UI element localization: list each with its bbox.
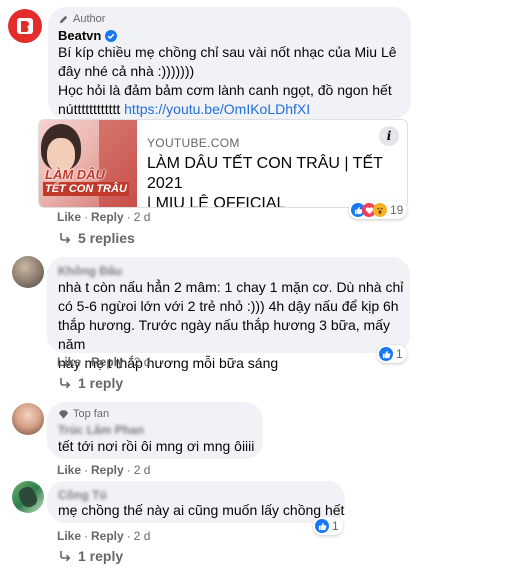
top-fan-badge: Top fan [58,408,109,420]
user-avatar[interactable] [12,481,44,513]
comment-text: Bí kíp chiều mẹ chồng chỉ sau vài nốt nh… [58,44,397,117]
preview-title[interactable]: LÀM DÂU TẾT CON TRÂU | TẾT 2021 | MIU LÊ… [147,154,397,207]
reply-button[interactable]: Reply [91,355,124,369]
video-thumbnail: LÀM DÂU TẾT CON TRÂU [39,120,137,207]
reply-arrow-icon [60,233,71,244]
diamond-icon [58,409,69,419]
user-avatar[interactable] [12,403,44,435]
beatvn-logo-icon [17,18,33,34]
reply-arrow-icon [60,551,71,562]
youtube-link[interactable]: https://youtu.be/OmIKoLDhfXI [124,101,310,117]
like-button[interactable]: Like [57,529,81,543]
wow-reaction-icon [373,203,387,217]
info-button[interactable]: i [379,126,399,146]
commenter-name[interactable]: Trúc Lâm Phan [58,423,144,437]
author-badge: Author [58,13,105,25]
comment-actions: Like · Reply · 2 d [57,529,151,543]
beatvn-avatar[interactable] [8,9,42,43]
preview-domain: YOUTUBE.COM [147,136,240,150]
reactions-count: 19 [390,203,404,217]
reply-button[interactable]: Reply [91,210,124,224]
view-replies-link[interactable]: 1 reply [58,375,123,391]
comment-timestamp[interactable]: 2 d [134,210,151,224]
comment-actions: Like · Reply · 2 d [57,210,151,224]
like-button[interactable]: Like [57,355,81,369]
link-preview-card[interactable]: LÀM DÂU TẾT CON TRÂU YOUTUBE.COM LÀM DÂU… [38,119,408,208]
author-badge-label: Author [73,13,106,25]
comment-text: tết tới nơi rồi ôi mng ơi mng ôiiii [58,438,255,454]
like-button[interactable]: Like [57,463,81,477]
verified-badge-icon [105,29,118,42]
reactions-count: 1 [332,519,339,533]
reply-arrow-icon [60,378,71,389]
reactions-summary[interactable]: 1 [377,345,407,363]
view-replies-link[interactable]: 1 reply [58,548,123,564]
comment-actions: Like · Reply · 2 d [57,463,151,477]
reply-button[interactable]: Reply [91,529,124,543]
reply-button[interactable]: Reply [91,463,124,477]
commenter-name[interactable]: Beatvn [58,28,101,43]
comment-timestamp[interactable]: 2 d [134,529,151,543]
like-button[interactable]: Like [57,210,81,224]
reactions-summary[interactable]: 1 [313,517,343,535]
thumbnail-title-line1: LÀM DÂU [45,167,105,182]
like-reaction-icon [379,347,393,361]
comment-actions: Like · Reply · 2 d [57,355,151,369]
info-icon: i [386,129,392,143]
comment-timestamp[interactable]: 2 d [134,463,151,477]
commenter-name[interactable]: Không Đâu [58,264,122,278]
comment-text: mẹ chồng thế này ai cũng muốn lấy chồng … [58,502,345,518]
comment-timestamp[interactable]: 2 d [134,355,151,369]
reactions-count: 1 [396,347,403,361]
thumbnail-title-line2: TẾT CON TRÂU [43,182,129,196]
pencil-icon [59,15,68,23]
commenter-name[interactable]: Công Tú [58,488,107,502]
like-reaction-icon [315,519,329,533]
user-avatar[interactable] [12,256,44,288]
reactions-summary[interactable]: 19 [349,201,408,219]
view-replies-link[interactable]: 5 replies [58,230,135,246]
